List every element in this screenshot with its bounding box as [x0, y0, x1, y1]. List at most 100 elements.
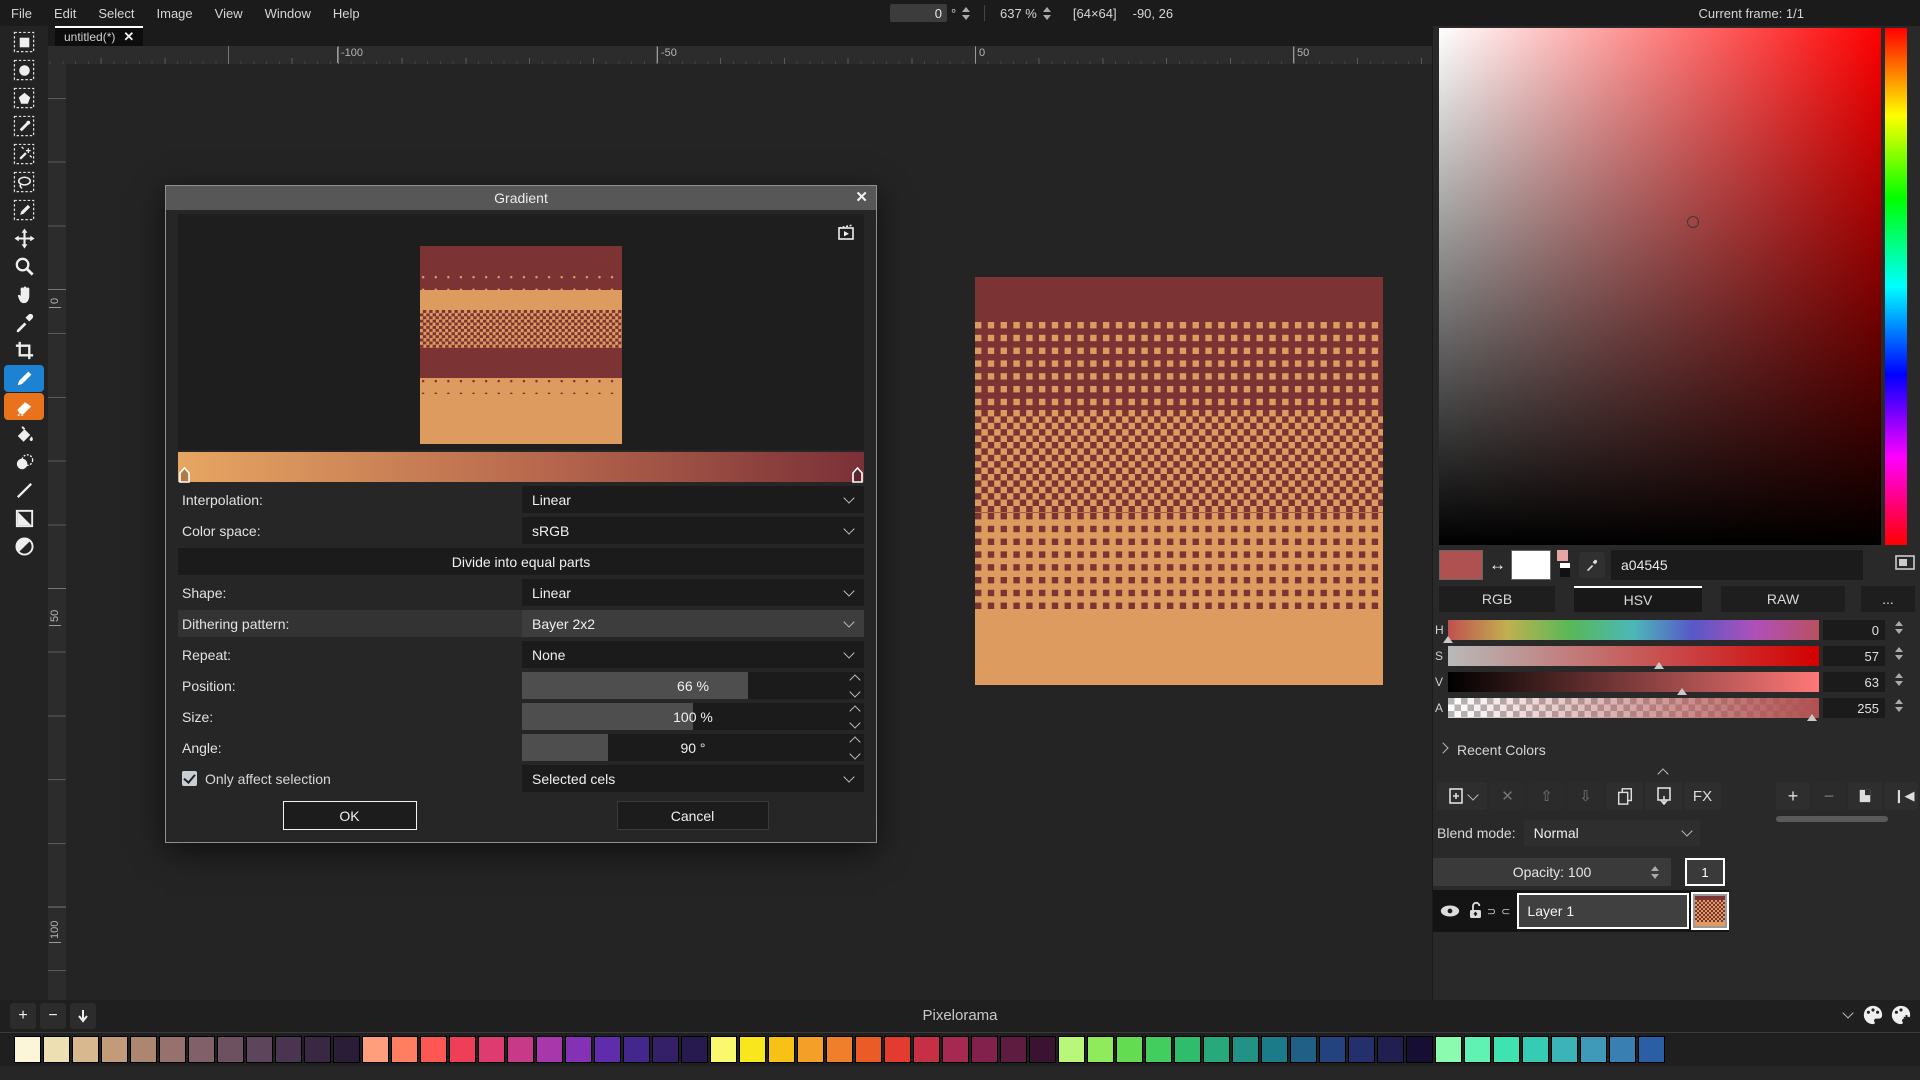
- opacity-spinner[interactable]: [1651, 866, 1659, 879]
- frame-cell-1[interactable]: 1: [1685, 858, 1725, 886]
- only-affect-selection-checkbox[interactable]: [182, 771, 197, 786]
- menu-help[interactable]: Help: [322, 0, 371, 26]
- menu-select[interactable]: Select: [87, 0, 145, 26]
- screen-color-picker-icon[interactable]: [1895, 554, 1915, 575]
- color-select-tool[interactable]: [4, 113, 44, 140]
- palette-swatch[interactable]: [130, 1036, 157, 1063]
- polygon-select-tool[interactable]: [4, 85, 44, 112]
- tab-more[interactable]: ...: [1861, 586, 1915, 612]
- h-spinner[interactable]: [1895, 621, 1903, 634]
- palette-select-chevron-icon[interactable]: [1842, 1007, 1853, 1018]
- zoom-spinner[interactable]: [1043, 7, 1051, 20]
- cancel-button[interactable]: Cancel: [617, 801, 769, 830]
- edit-palette-icon[interactable]: [1862, 1004, 1884, 1031]
- timeline-scrollbar[interactable]: [1776, 816, 1888, 822]
- palette-swatch[interactable]: [1116, 1036, 1143, 1063]
- palette-swatch[interactable]: [1145, 1036, 1172, 1063]
- layer-thumbnail[interactable]: [1691, 892, 1729, 930]
- pencil-tool[interactable]: [4, 365, 44, 392]
- bucket-tool[interactable]: [4, 421, 44, 448]
- hex-color-input[interactable]: a04545: [1611, 550, 1863, 580]
- palette-swatch[interactable]: [739, 1036, 766, 1063]
- layer-visibility-eye-icon[interactable]: [1439, 904, 1461, 918]
- palette-swatch[interactable]: [14, 1036, 41, 1063]
- menu-view[interactable]: View: [204, 0, 254, 26]
- palette-swatch[interactable]: [1232, 1036, 1259, 1063]
- layer-name-field[interactable]: Layer 1: [1517, 893, 1689, 929]
- a-spinner[interactable]: [1895, 699, 1903, 712]
- palette-swatch[interactable]: [1609, 1036, 1636, 1063]
- tab-hsv[interactable]: HSV: [1574, 586, 1702, 612]
- size-slider[interactable]: 100 %: [522, 703, 864, 730]
- position-slider[interactable]: 66 %: [522, 672, 864, 699]
- rectangle-tool[interactable]: [4, 505, 44, 532]
- palette-swatch[interactable]: [536, 1036, 563, 1063]
- palette-swatch[interactable]: [1000, 1036, 1027, 1063]
- palette-swatch[interactable]: [449, 1036, 476, 1063]
- palette-swatch[interactable]: [72, 1036, 99, 1063]
- dialog-close-icon[interactable]: ✕: [855, 188, 868, 206]
- a-slider[interactable]: [1448, 698, 1819, 718]
- palette-swatch[interactable]: [1551, 1036, 1578, 1063]
- recent-colors-header[interactable]: Recent Colors: [1439, 742, 1546, 758]
- palette-swatch[interactable]: [768, 1036, 795, 1063]
- menu-image[interactable]: Image: [146, 0, 204, 26]
- layer-link-icon[interactable]: ⊃ ⊂: [1487, 905, 1512, 918]
- s-spinner[interactable]: [1895, 647, 1903, 660]
- tab-untitled[interactable]: untitled(*) ✕: [55, 26, 143, 46]
- h-slider[interactable]: [1448, 620, 1819, 640]
- eraser-tool[interactable]: [4, 393, 44, 420]
- shape-dropdown[interactable]: Linear: [522, 579, 864, 606]
- add-layer-button[interactable]: [1437, 782, 1487, 810]
- palette-swatch[interactable]: [1464, 1036, 1491, 1063]
- palette-swatch[interactable]: [1522, 1036, 1549, 1063]
- palette-swatch[interactable]: [1493, 1036, 1520, 1063]
- tab-rgb[interactable]: RGB: [1439, 586, 1555, 612]
- canvas-image[interactable]: [975, 277, 1383, 685]
- palette-swatch[interactable]: [710, 1036, 737, 1063]
- palette-swatch[interactable]: [797, 1036, 824, 1063]
- eyedropper-button[interactable]: [1579, 552, 1605, 578]
- color-picker-tool[interactable]: [4, 309, 44, 336]
- rotation-input[interactable]: 0: [890, 4, 947, 22]
- pan-tool[interactable]: [4, 281, 44, 308]
- color-cursor[interactable]: [1687, 216, 1699, 228]
- affected-cels-dropdown[interactable]: Selected cels: [522, 765, 864, 792]
- add-frame-button[interactable]: +: [1776, 782, 1810, 810]
- hue-slider[interactable]: [1885, 28, 1907, 545]
- palette-swatch[interactable]: [188, 1036, 215, 1063]
- palette-swatch[interactable]: [1058, 1036, 1085, 1063]
- dialog-title-bar[interactable]: Gradient ✕: [166, 186, 876, 210]
- palette-swatch[interactable]: [217, 1036, 244, 1063]
- clone-layer-button[interactable]: [1606, 782, 1643, 810]
- rectangle-select-tool[interactable]: [4, 29, 44, 56]
- s-slider[interactable]: [1448, 646, 1819, 666]
- palette-swatch[interactable]: [1087, 1036, 1114, 1063]
- palette-swatch[interactable]: [507, 1036, 534, 1063]
- palette-swatch[interactable]: [623, 1036, 650, 1063]
- swap-colors-icon[interactable]: ↔: [1489, 550, 1506, 580]
- interpolation-dropdown[interactable]: Linear: [522, 486, 864, 513]
- paint-select-tool[interactable]: [4, 197, 44, 224]
- palette-swatch[interactable]: [681, 1036, 708, 1063]
- palette-swatch[interactable]: [391, 1036, 418, 1063]
- palette-swatch[interactable]: [1261, 1036, 1288, 1063]
- line-tool[interactable]: [4, 477, 44, 504]
- saturation-value-picker[interactable]: [1439, 28, 1881, 545]
- palette-swatch[interactable]: [246, 1036, 273, 1063]
- palette-swatch[interactable]: [478, 1036, 505, 1063]
- menu-window[interactable]: Window: [254, 0, 322, 26]
- primary-color-swatch[interactable]: [1439, 550, 1483, 580]
- merge-down-button[interactable]: [1645, 782, 1682, 810]
- opacity-control[interactable]: Opacity: 100: [1433, 858, 1671, 886]
- palette-swatch[interactable]: [1580, 1036, 1607, 1063]
- divide-equal-parts-button[interactable]: Divide into equal parts: [178, 548, 864, 575]
- layer-lock-icon[interactable]: [1467, 901, 1485, 921]
- first-frame-button[interactable]: ❙◀: [1891, 782, 1917, 810]
- palette-swatch[interactable]: [1406, 1036, 1433, 1063]
- palette-swatch[interactable]: [362, 1036, 389, 1063]
- palette-swatch[interactable]: [1319, 1036, 1346, 1063]
- palette-swatch[interactable]: [1435, 1036, 1462, 1063]
- palette-swatch[interactable]: [1203, 1036, 1230, 1063]
- ellipse-tool[interactable]: [4, 533, 44, 560]
